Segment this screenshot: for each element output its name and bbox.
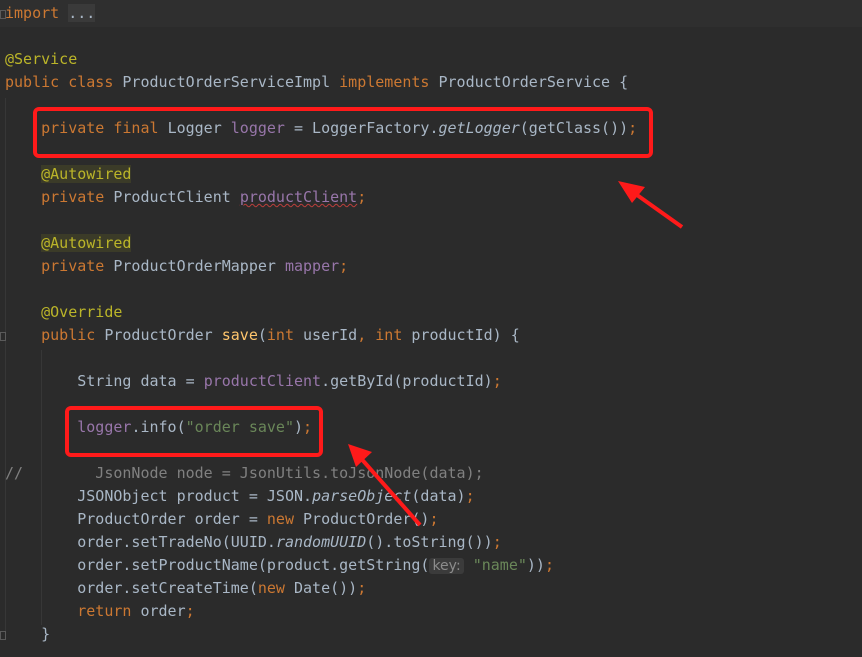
annotation-overlay: [33, 107, 684, 527]
highlight-box-logger-field: [33, 107, 653, 158]
highlight-box-logger-call: [65, 406, 323, 457]
arrow-icon: [618, 181, 684, 229]
arrow-icon: [348, 444, 422, 527]
